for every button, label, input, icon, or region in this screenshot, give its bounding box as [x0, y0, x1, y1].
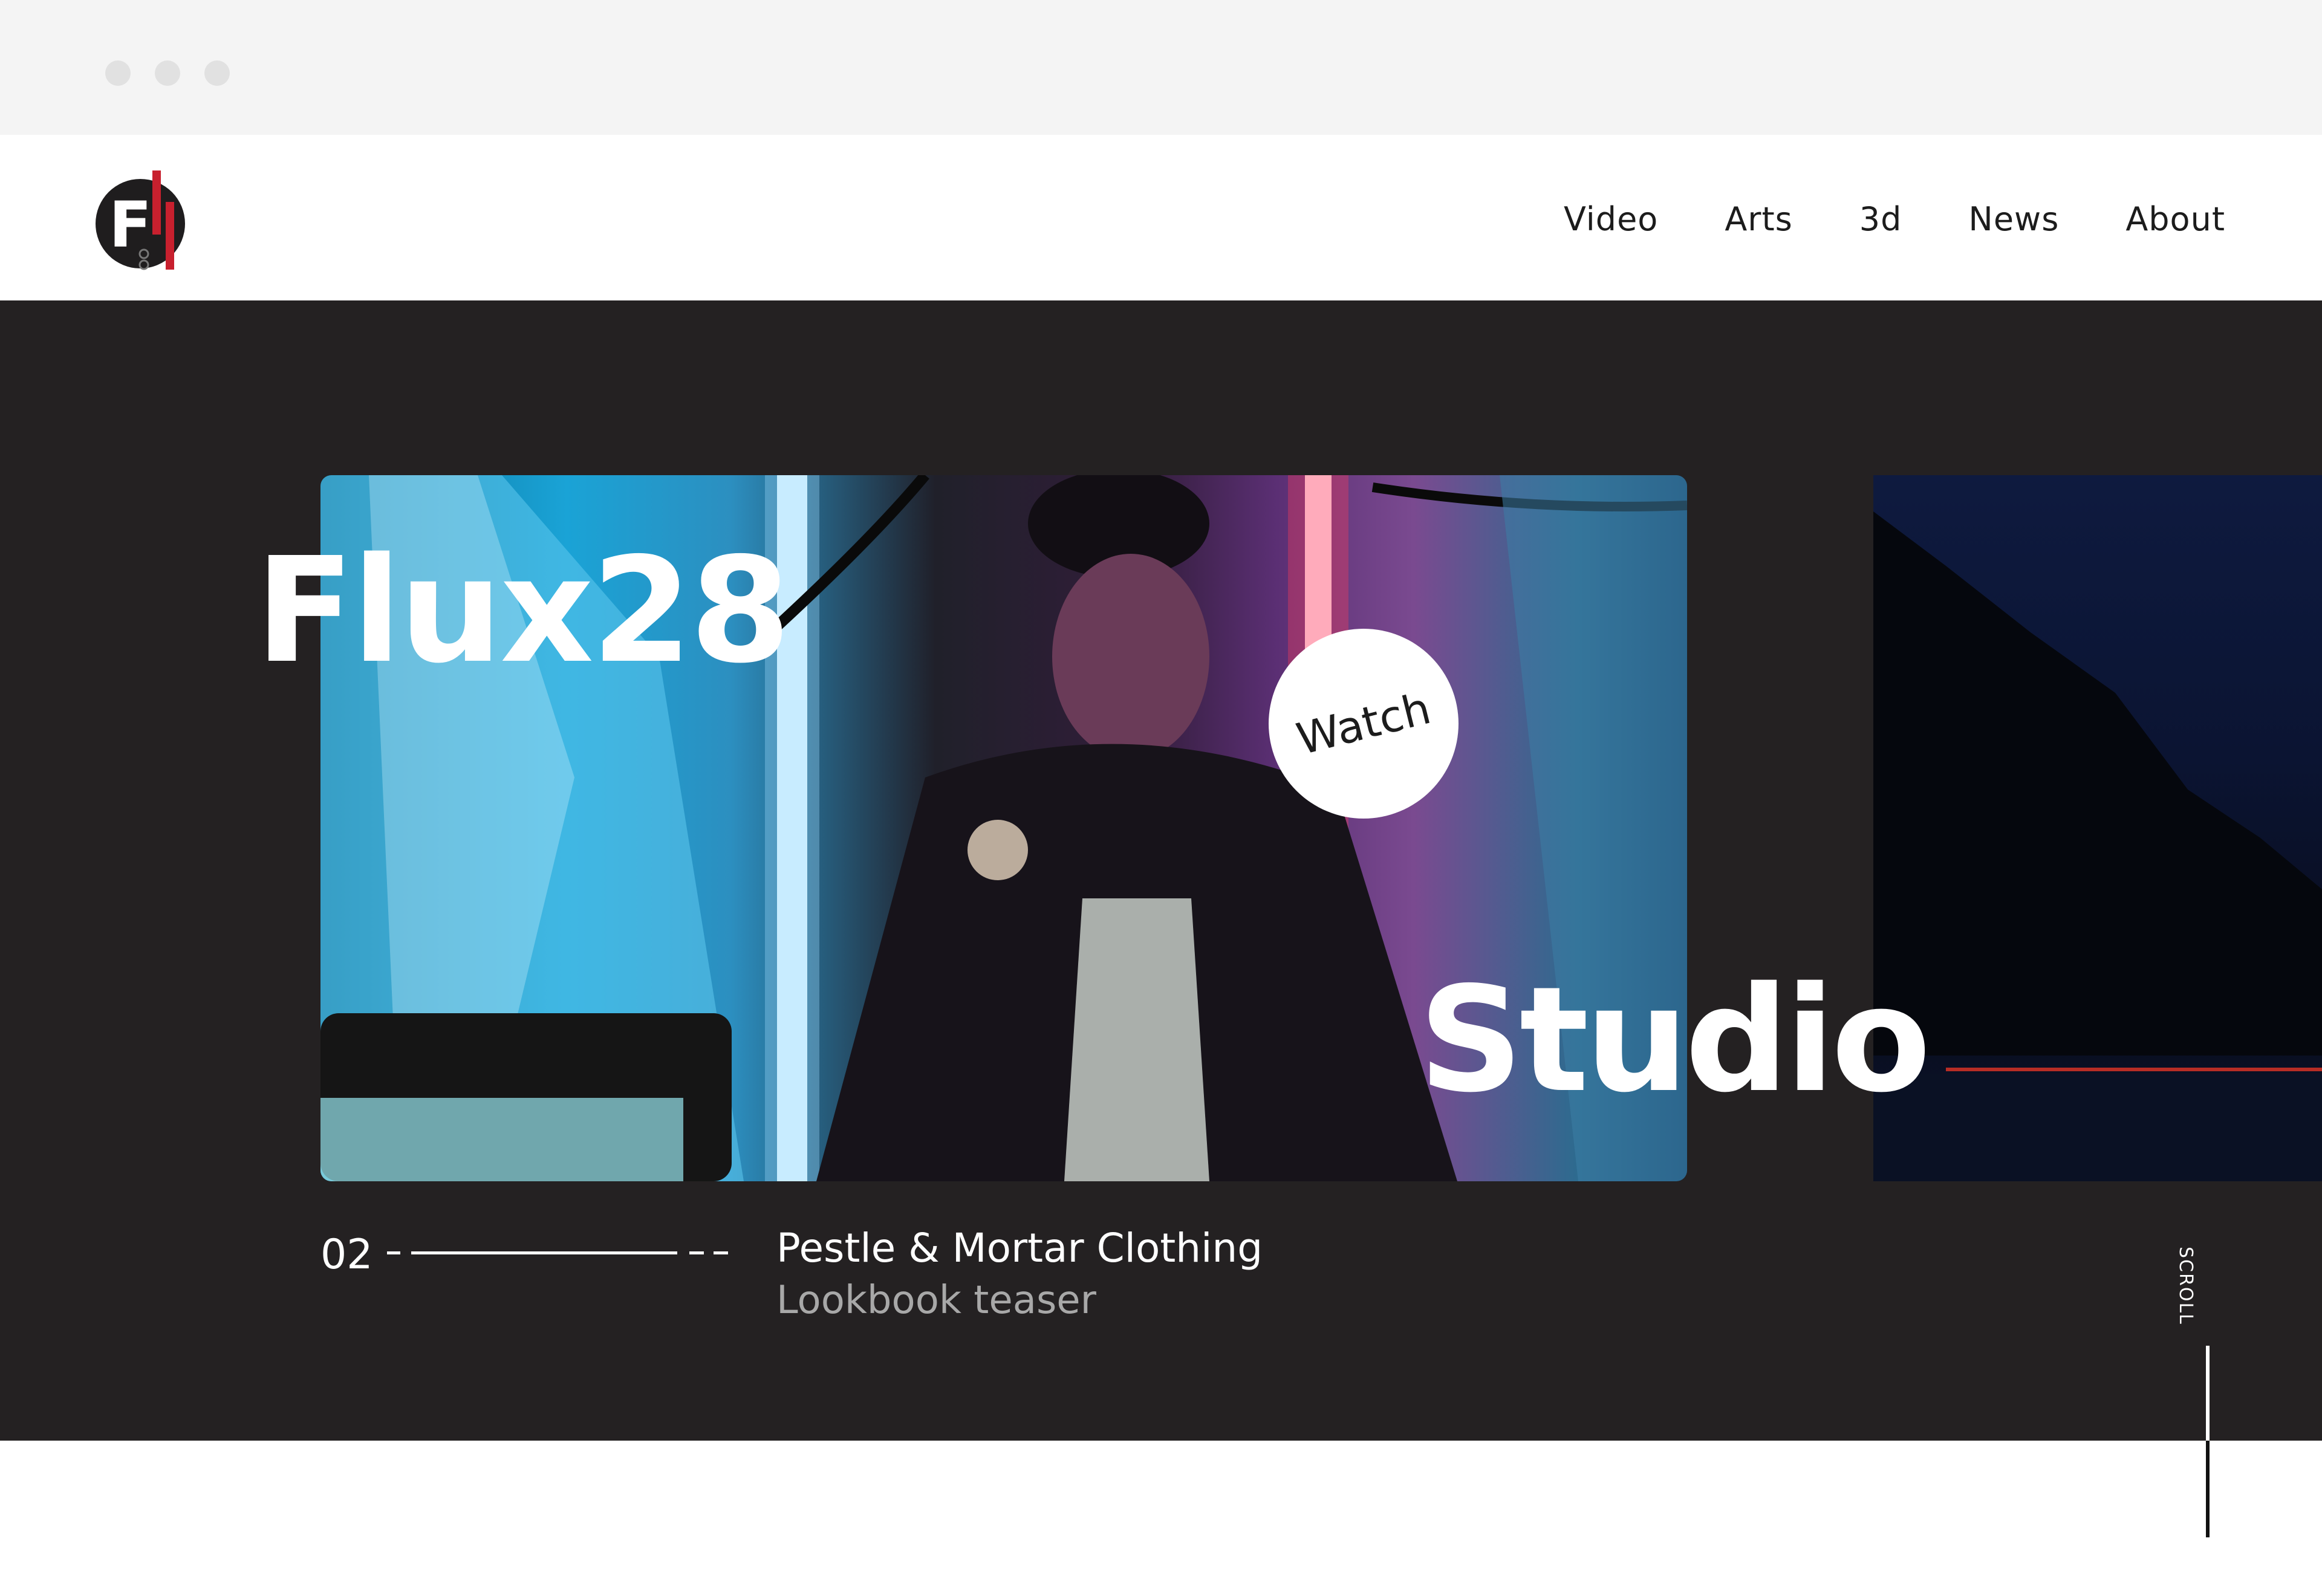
browser-chrome [0, 0, 2322, 135]
nav-item-arts[interactable]: Arts [1725, 198, 1792, 241]
window-close-dot[interactable] [105, 60, 131, 86]
watch-button[interactable]: Watch [1269, 629, 1459, 819]
slide-next-artwork [1873, 511, 2322, 1181]
scroll-indicator-line-lower [2206, 1441, 2210, 1537]
project-title[interactable]: Pestle & Mortar Clothing [776, 1225, 1263, 1271]
watch-button-label: Watch [1292, 683, 1436, 765]
scroll-indicator-line [2206, 1346, 2210, 1441]
slide-index: 02 [320, 1231, 373, 1279]
nav-item-news[interactable]: News [1968, 198, 2059, 241]
nav-item-about[interactable]: About [2125, 198, 2225, 241]
nav-item-video[interactable]: Video [1564, 198, 1658, 241]
window-maximize-dot[interactable] [204, 60, 230, 86]
project-subtitle: Lookbook teaser [776, 1278, 1096, 1323]
slide-image-next[interactable] [1873, 475, 2322, 1181]
hero-title-line2: Studio [1419, 955, 1931, 1124]
nav-item-3d[interactable]: 3d [1859, 198, 1902, 241]
slide-progress-line [387, 1251, 728, 1254]
hero-title-line1: Flux28 [255, 526, 791, 695]
window-minimize-dot[interactable] [155, 60, 180, 86]
scroll-indicator-label: SCROLL [2175, 1247, 2196, 1325]
flux28-logo-icon[interactable]: F [96, 169, 187, 272]
main-nav: Video Arts 3d News About [1497, 198, 2225, 241]
